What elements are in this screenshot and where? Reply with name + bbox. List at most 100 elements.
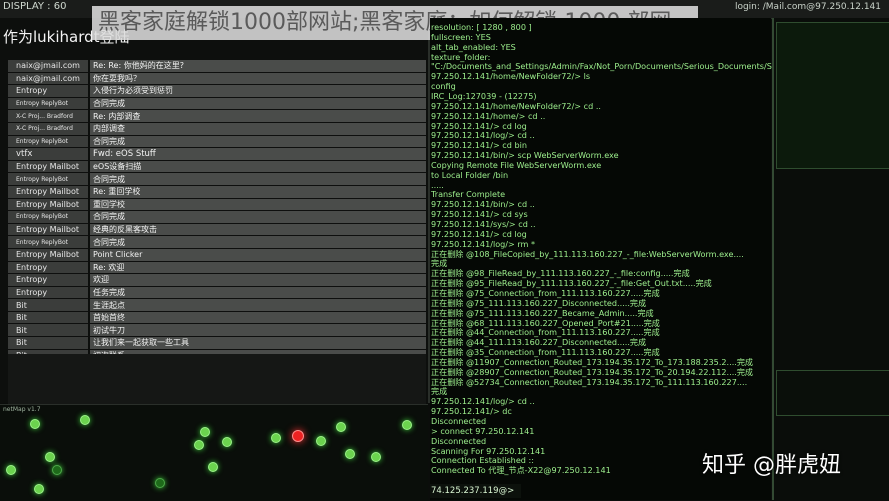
terminal-line: Scanning For 97.250.12.141: [431, 445, 546, 456]
network-node[interactable]: [336, 422, 346, 432]
terminal-line: 正在删除 @52734_Connection_Routed_173.194.35…: [431, 376, 748, 387]
terminal-line: fullscreen: YES: [431, 31, 491, 42]
terminal-line: alt_tab_enabled: YES: [431, 41, 516, 52]
network-node[interactable]: [80, 415, 90, 425]
mail-row[interactable]: Entropy Mailbot 经典的反黑客攻击: [8, 223, 426, 237]
terminal-line: to Local Folder /bin: [431, 169, 509, 180]
ram-panel: [772, 18, 889, 500]
mail-row[interactable]: Entropy 任务完成: [8, 286, 426, 300]
network-node[interactable]: [155, 478, 165, 488]
network-node-alert[interactable]: [292, 430, 304, 442]
mail-sender: Bit: [8, 299, 88, 311]
terminal-line: Connection Established ::: [431, 455, 534, 466]
mail-subject: Re: 内部调查: [90, 110, 426, 122]
mail-row[interactable]: X-C Proj... Bradford 内部调查: [8, 122, 426, 136]
terminal-line: texture_folder:: [431, 51, 491, 62]
network-node[interactable]: [200, 427, 210, 437]
mail-row[interactable]: Entropy Mailbot Point Clicker: [8, 248, 426, 262]
mail-row[interactable]: Entropy ReplyBot 合同完成: [8, 236, 426, 249]
mail-row[interactable]: X-C Proj... Bradford Re: 内部调查: [8, 110, 426, 123]
mail-sender: Entropy Mailbot: [8, 160, 88, 173]
mail-sender: Entropy Mailbot: [8, 248, 88, 261]
mail-row[interactable]: Entropy ReplyBot 合同完成: [8, 173, 426, 186]
terminal-line: 97.250.12.141/home/NewFolder72/> ls: [431, 71, 591, 82]
mail-sender: Entropy: [8, 261, 88, 274]
mail-sender: Entropy: [8, 274, 88, 286]
mail-subject: 首始首终: [90, 311, 426, 324]
mail-sender: Entropy: [8, 85, 88, 97]
mail-subject: Fwd: eOS Stuff: [90, 148, 426, 160]
mail-row[interactable]: naix@jmail.com Re: Re: 你他妈的在这里?: [8, 60, 426, 73]
network-node[interactable]: [222, 437, 232, 447]
mail-row[interactable]: Bit 让我们来一起获取一些工具: [8, 337, 426, 350]
terminal-line: 97.250.12.141/bin/> scp WebServerWorm.ex…: [431, 150, 619, 161]
mail-row[interactable]: Entropy Mailbot Re: 重回学校: [8, 185, 426, 199]
mail-subject: Re: 欢迎: [90, 261, 426, 274]
mail-sender: Bit: [8, 324, 88, 337]
network-node[interactable]: [45, 452, 55, 462]
netmap-label: netMap v1.7: [3, 406, 41, 413]
mail-row[interactable]: Entropy ReplyBot 合同完成: [8, 97, 426, 111]
mail-row[interactable]: Bit 生涯起点: [8, 299, 426, 312]
terminal-line: 97.250.12.141/> dc: [431, 406, 512, 417]
network-node[interactable]: [345, 449, 355, 459]
terminal-line: Disconnected: [431, 435, 487, 446]
network-node[interactable]: [6, 465, 16, 475]
terminal-line: 97.250.12.141/home/NewFolder72/> cd ..: [431, 100, 601, 111]
terminal-line: Copying Remote File WebServerWorm.exe: [431, 159, 602, 170]
mail-subject: 入侵行为必须受到惩罚: [90, 85, 426, 97]
mail-row[interactable]: Entropy Re: 欢迎: [8, 261, 426, 275]
mail-subject: 初试牛刀: [90, 324, 426, 337]
mail-list: naix@jmail.com Re: Re: 你他妈的在这里? naix@jmail…: [8, 60, 426, 363]
netmap-panel: netMap v1.7: [0, 404, 428, 501]
mail-row[interactable]: Entropy ReplyBot 合同完成: [8, 135, 426, 149]
network-node[interactable]: [271, 433, 281, 443]
mail-sender: vtfx: [8, 148, 88, 160]
terminal-line: Disconnected: [431, 416, 487, 426]
mail-row[interactable]: Entropy 入侵行为必须受到惩罚: [8, 85, 426, 98]
mail-row[interactable]: Entropy Mailbot eOS设备扫描: [8, 160, 426, 174]
network-node[interactable]: [34, 484, 44, 494]
mail-row[interactable]: Bit 首始首终: [8, 311, 426, 325]
terminal-line: > connect 97.250.12.141: [431, 425, 535, 436]
mail-row[interactable]: Bit 初试牛刀: [8, 324, 426, 338]
mail-subject: 重回学校: [90, 198, 426, 211]
network-node[interactable]: [402, 420, 412, 430]
terminal-line: 97.250.12.141/sys/> cd ..: [431, 219, 536, 229]
terminal-panel[interactable]: resolution: [ 1280 , 800 ] fullscreen: YE…: [430, 18, 837, 500]
mail-sender: Entropy: [8, 286, 88, 299]
mail-row[interactable]: Entropy Mailbot 重回学校: [8, 198, 426, 212]
terminal-line: 97.250.12.141/> cd log: [431, 120, 527, 131]
mail-subject: 合同完成: [90, 135, 426, 148]
network-node[interactable]: [30, 419, 40, 429]
network-node[interactable]: [194, 440, 204, 450]
login-label: login: /Mail.com@97.250.12.141: [734, 2, 881, 12]
mail-sender: Entropy ReplyBot: [8, 211, 88, 223]
mail-subject: 欢迎: [90, 274, 426, 286]
mail-row[interactable]: Entropy ReplyBot 合同完成: [8, 211, 426, 224]
mail-row[interactable]: Entropy 欢迎: [8, 274, 426, 287]
mail-subject: 生涯起点: [90, 299, 426, 311]
terminal-line: Transfer Complete: [431, 189, 506, 200]
mail-subject: eOS设备扫描: [90, 160, 426, 173]
mail-row[interactable]: naix@jmail.com 你在耍我吗？: [8, 72, 426, 86]
mail-sender: Entropy ReplyBot: [8, 135, 88, 148]
terminal-prompt[interactable]: 74.125.237.119@>: [430, 484, 521, 498]
mail-subject: 你在耍我吗？: [90, 72, 426, 85]
terminal-line: 97.250.12.141/log/> cd ..: [431, 396, 535, 407]
terminal-line: config: [431, 81, 456, 92]
network-node[interactable]: [371, 452, 381, 462]
mail-sender: Entropy Mailbot: [8, 223, 88, 236]
mail-row[interactable]: vtfx Fwd: eOS Stuff: [8, 148, 426, 161]
mail-subject: 合同完成: [90, 97, 426, 110]
network-node[interactable]: [52, 465, 62, 475]
mail-sender: X-C Proj... Bradford: [8, 122, 88, 135]
mail-sender: Entropy ReplyBot: [8, 236, 88, 248]
display-label: DISPLAY : 60: [3, 1, 67, 12]
mail-panel: 作为lukihardt登陆 naix@jmail.com Re: Re: 你他妈的…: [0, 18, 430, 418]
network-node[interactable]: [316, 436, 326, 446]
network-node[interactable]: [208, 462, 218, 472]
terminal-line: .....: [431, 179, 444, 190]
terminal-line: 97.250.12.141/> cd log: [431, 228, 527, 239]
mail-sender: X-C Proj... Bradford: [8, 110, 88, 122]
